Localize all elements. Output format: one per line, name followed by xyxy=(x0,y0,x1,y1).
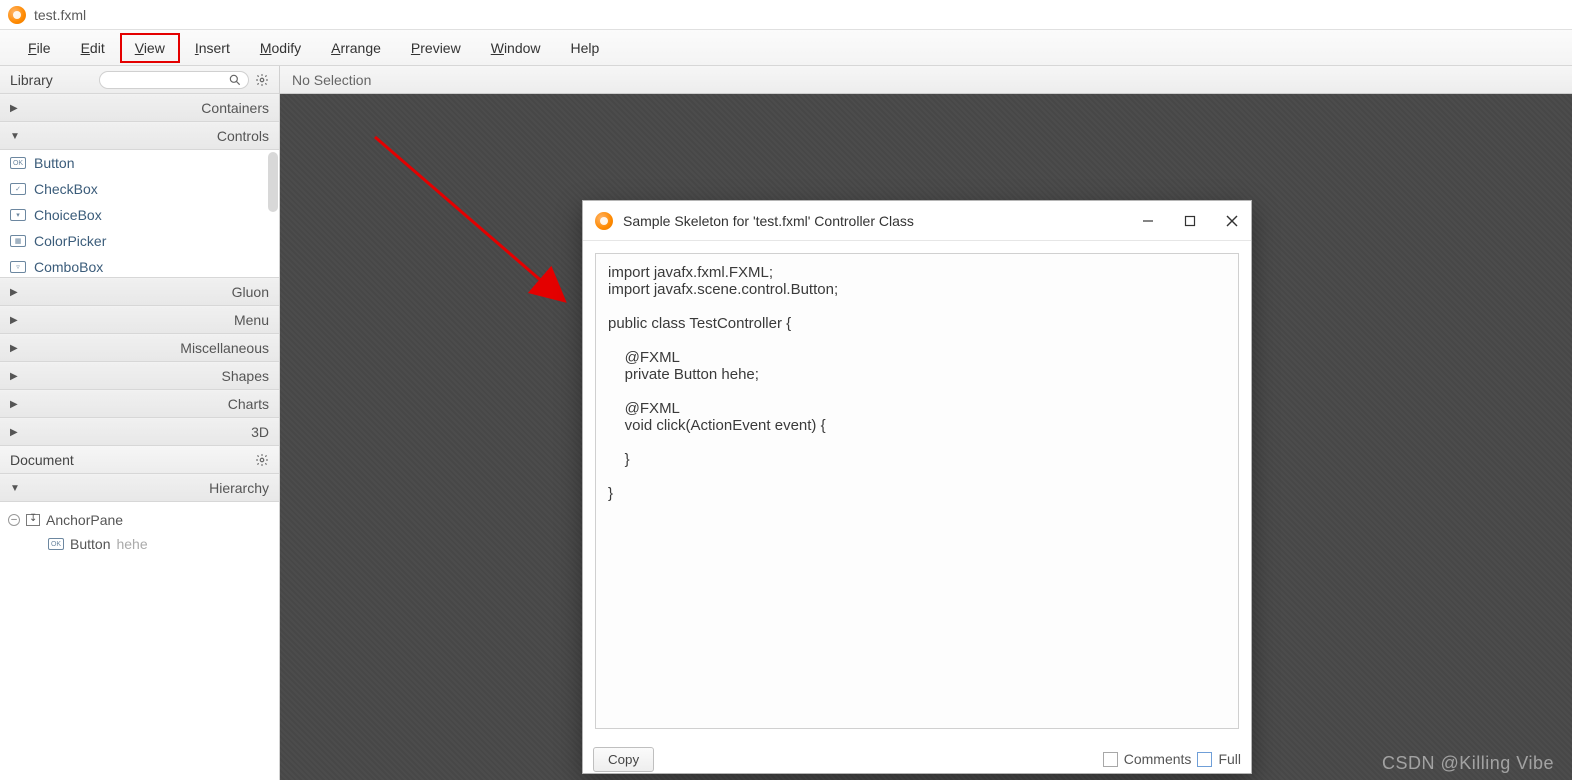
menu-modify[interactable]: Modify xyxy=(246,34,315,62)
collapse-icon[interactable]: – xyxy=(8,514,20,526)
document-label: Document xyxy=(10,452,249,468)
comments-checkbox[interactable] xyxy=(1103,752,1118,767)
section-label: Containers xyxy=(201,100,269,116)
code-textarea[interactable]: import javafx.fxml.FXML; import javafx.s… xyxy=(595,253,1239,729)
list-item[interactable]: OKButton xyxy=(0,150,279,176)
full-label: Full xyxy=(1218,751,1241,767)
list-item[interactable]: ✓CheckBox xyxy=(0,176,279,202)
menu-insert[interactable]: Insert xyxy=(181,34,244,62)
chevron-right-icon: ▶ xyxy=(10,399,20,410)
menu-help[interactable]: Help xyxy=(557,34,614,62)
library-label: Library xyxy=(10,72,93,88)
section-hierarchy[interactable]: ▼ Hierarchy xyxy=(0,474,279,502)
hierarchy-tree: – AnchorPane OK Button hehe xyxy=(0,502,279,780)
menu-file[interactable]: File xyxy=(14,34,65,62)
selection-bar: No Selection xyxy=(280,66,1572,94)
chevron-right-icon: ▶ xyxy=(10,103,20,114)
section-misc[interactable]: ▶Miscellaneous xyxy=(0,334,279,362)
section-gluon[interactable]: ▶Gluon xyxy=(0,278,279,306)
close-button[interactable] xyxy=(1225,214,1239,228)
library-search[interactable] xyxy=(99,71,249,89)
menu-edit[interactable]: Edit xyxy=(67,34,119,62)
button-glyph-icon: OK xyxy=(48,538,64,550)
list-item[interactable]: ▦ColorPicker xyxy=(0,228,279,254)
search-icon xyxy=(228,73,242,87)
app-icon xyxy=(8,6,26,24)
chevron-right-icon: ▶ xyxy=(10,287,20,298)
menu-window[interactable]: Window xyxy=(477,34,555,62)
full-checkbox[interactable] xyxy=(1197,752,1212,767)
list-item[interactable]: ▿ComboBox xyxy=(0,254,279,278)
menu-preview[interactable]: Preview xyxy=(397,34,475,62)
section-3d[interactable]: ▶3D xyxy=(0,418,279,446)
tree-node-button[interactable]: OK Button hehe xyxy=(8,532,271,556)
anchorpane-icon xyxy=(26,514,40,526)
menu-arrange[interactable]: Arrange xyxy=(317,34,395,62)
window-titlebar: test.fxml xyxy=(0,0,1572,30)
dialog-body: import javafx.fxml.FXML; import javafx.s… xyxy=(583,241,1251,741)
colorpicker-glyph-icon: ▦ xyxy=(10,235,26,247)
section-controls[interactable]: ▼ Controls xyxy=(0,122,279,150)
chevron-right-icon: ▶ xyxy=(10,427,20,438)
menu-view[interactable]: View xyxy=(121,34,179,62)
maximize-button[interactable] xyxy=(1183,214,1197,228)
chevron-right-icon: ▶ xyxy=(10,315,20,326)
minimize-button[interactable] xyxy=(1141,214,1155,228)
dialog-title-text: Sample Skeleton for 'test.fxml' Controll… xyxy=(623,213,1131,229)
section-menu[interactable]: ▶Menu xyxy=(0,306,279,334)
left-sidebar: Library ▶ Containers ▼ Controls OKButton… xyxy=(0,66,280,780)
dialog-titlebar[interactable]: Sample Skeleton for 'test.fxml' Controll… xyxy=(583,201,1251,241)
section-containers[interactable]: ▶ Containers xyxy=(0,94,279,122)
gear-icon[interactable] xyxy=(255,73,269,87)
gear-icon[interactable] xyxy=(255,453,269,467)
copy-button[interactable]: Copy xyxy=(593,747,654,772)
controls-list[interactable]: OKButton ✓CheckBox ▾ChoiceBox ▦ColorPick… xyxy=(0,150,279,278)
document-header: Document xyxy=(0,446,279,474)
chevron-down-icon: ▼ xyxy=(10,483,20,494)
section-charts[interactable]: ▶Charts xyxy=(0,390,279,418)
skeleton-dialog: Sample Skeleton for 'test.fxml' Controll… xyxy=(582,200,1252,774)
dialog-footer: Copy Comments Full xyxy=(583,741,1251,773)
button-glyph-icon: OK xyxy=(10,157,26,169)
tree-node-anchorpane[interactable]: – AnchorPane xyxy=(8,508,271,532)
combobox-glyph-icon: ▿ xyxy=(10,261,26,273)
library-header: Library xyxy=(0,66,279,94)
app-icon xyxy=(595,212,613,230)
list-item[interactable]: ▾ChoiceBox xyxy=(0,202,279,228)
menu-bar: File Edit View Insert Modify Arrange Pre… xyxy=(0,30,1572,66)
chevron-right-icon: ▶ xyxy=(10,371,20,382)
section-shapes[interactable]: ▶Shapes xyxy=(0,362,279,390)
chevron-down-icon: ▼ xyxy=(10,131,20,142)
selection-text: No Selection xyxy=(292,72,371,88)
fxid-label: hehe xyxy=(116,536,147,552)
window-title: test.fxml xyxy=(34,7,86,23)
comments-label: Comments xyxy=(1124,751,1192,767)
choicebox-glyph-icon: ▾ xyxy=(10,209,26,221)
checkbox-glyph-icon: ✓ xyxy=(10,183,26,195)
chevron-right-icon: ▶ xyxy=(10,343,20,354)
section-label: Controls xyxy=(217,128,269,144)
